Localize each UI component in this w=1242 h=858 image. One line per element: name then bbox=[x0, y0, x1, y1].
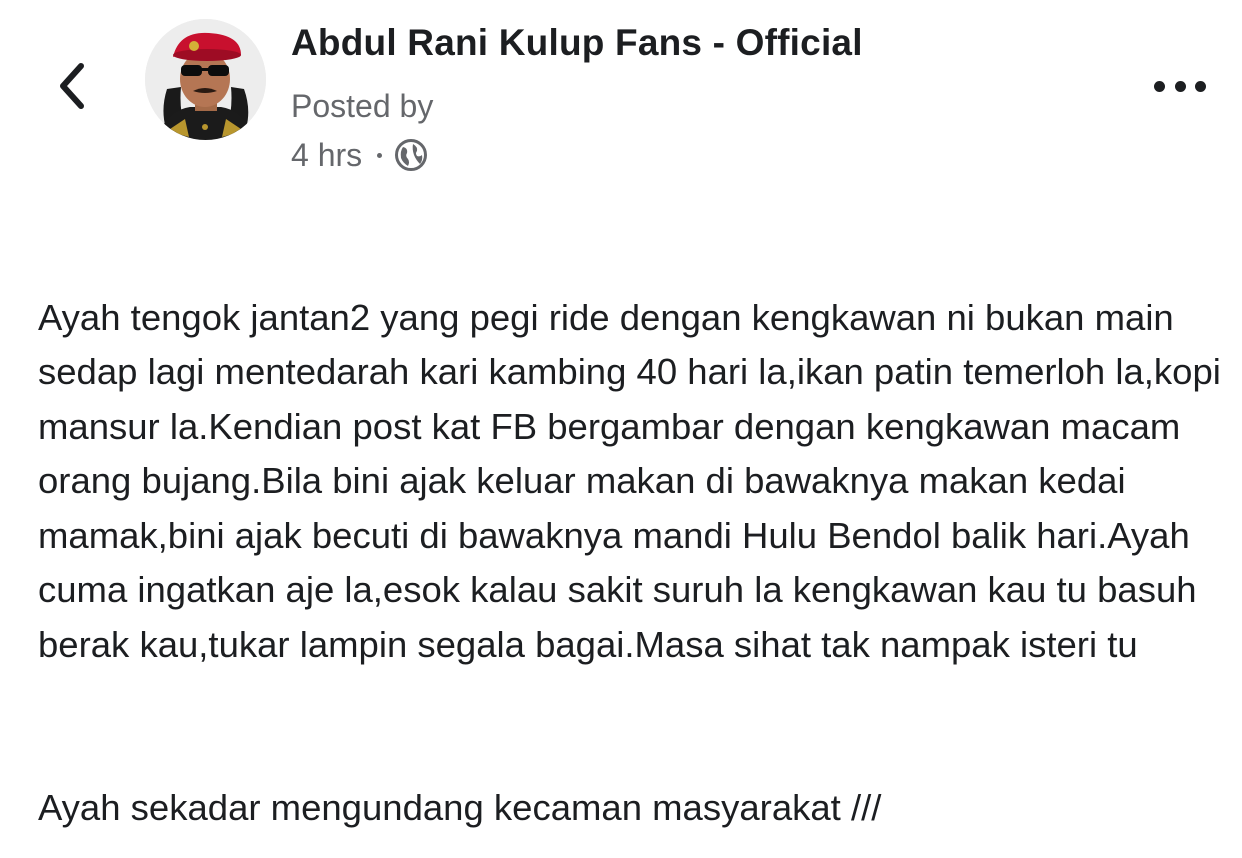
more-options-button[interactable] bbox=[1150, 70, 1210, 102]
separator-dot bbox=[377, 152, 383, 158]
profile-photo bbox=[145, 19, 266, 140]
globe-icon[interactable] bbox=[394, 138, 428, 172]
posted-by-label: Posted by bbox=[291, 88, 434, 124]
chevron-left-icon bbox=[60, 63, 84, 109]
avatar[interactable] bbox=[145, 19, 266, 140]
post-paragraph: Ayah sekadar mengundang kecaman masyarak… bbox=[38, 787, 882, 828]
post-paragraph: Ayah tengok jantan2 yang pegi ride denga… bbox=[38, 296, 1221, 665]
more-horizontal-icon bbox=[1154, 80, 1165, 92]
post-view: Abdul Rani Kulup Fans - Official Posted … bbox=[0, 0, 1242, 858]
post-time[interactable]: 4 hrs bbox=[291, 137, 362, 174]
more-dot bbox=[1195, 80, 1206, 92]
back-button[interactable] bbox=[50, 58, 94, 114]
post-text: Ayah tengok jantan2 yang pegi ride denga… bbox=[38, 236, 1228, 858]
more-dot bbox=[1174, 80, 1186, 92]
page-name[interactable]: Abdul Rani Kulup Fans - Official bbox=[291, 22, 863, 64]
post-meta: 4 hrs bbox=[291, 136, 428, 174]
